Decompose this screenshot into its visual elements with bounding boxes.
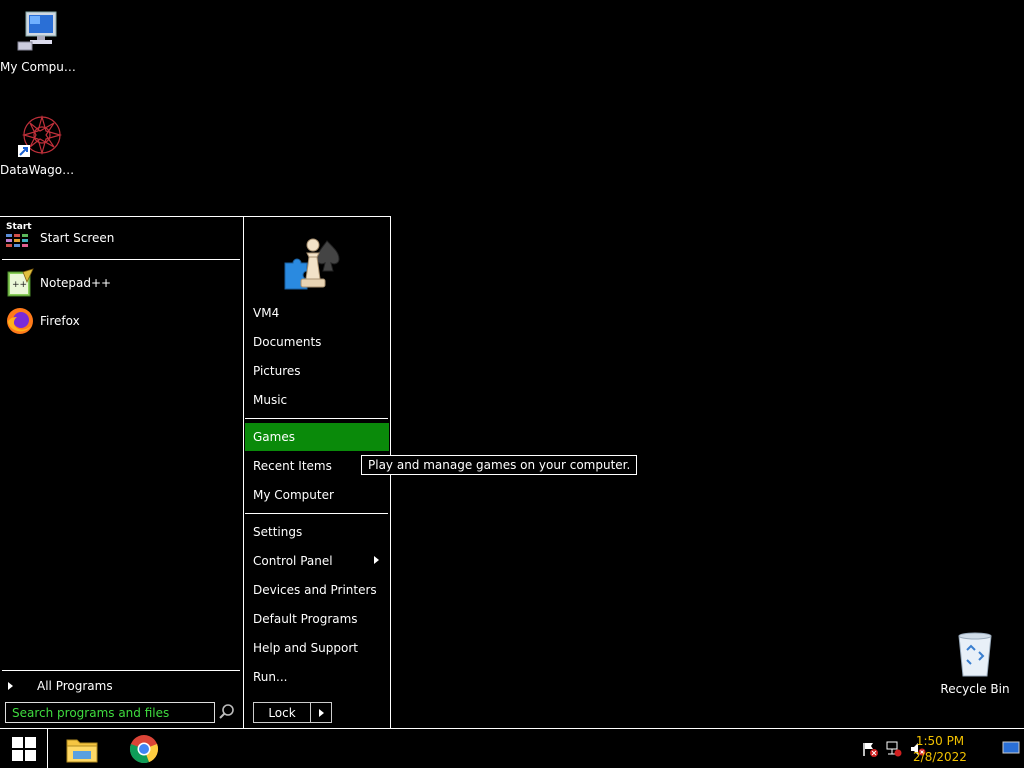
start-button[interactable]: [0, 729, 48, 768]
right-item-documents[interactable]: Documents: [245, 328, 389, 356]
games-chess-puzzle-icon: [281, 233, 347, 291]
right-item-settings[interactable]: Settings: [245, 518, 389, 546]
chrome-icon: [129, 735, 159, 764]
notepadpp-label: Notepad++: [40, 276, 112, 290]
lock-button[interactable]: Lock: [253, 702, 311, 723]
firefox-label: Firefox: [40, 314, 80, 328]
right-item-games[interactable]: Games: [245, 423, 389, 451]
chevron-right-icon: [8, 682, 13, 690]
chrome-button[interactable]: [122, 729, 166, 768]
right-item-devices-printers[interactable]: Devices and Printers: [245, 576, 389, 604]
clock-date: 2/8/2022: [913, 750, 967, 764]
start-menu: Start Start Screen ++ Notepad++ Firefox …: [0, 216, 391, 728]
file-explorer-button[interactable]: [60, 729, 104, 768]
chevron-right-icon: [318, 708, 324, 717]
firefox-item[interactable]: Firefox: [4, 304, 80, 338]
notepadpp-icon: ++: [4, 267, 36, 299]
notepadpp-item[interactable]: ++ Notepad++: [4, 266, 111, 300]
start-screen-icon: Start: [4, 222, 36, 254]
desktop-icon-my-computer[interactable]: My Computer: [0, 8, 80, 74]
right-item-pictures[interactable]: Pictures: [245, 357, 389, 385]
right-item-my-computer[interactable]: My Computer: [245, 481, 389, 509]
desktop-icon-label: Recycle Bin: [940, 682, 1010, 696]
search-input[interactable]: [5, 702, 215, 723]
games-tooltip: Play and manage games on your computer.: [361, 455, 638, 475]
submenu-arrow-icon: [374, 556, 379, 564]
taskbar: 1:50 PM 2/8/2022: [0, 728, 1024, 768]
svg-text:++: ++: [12, 280, 27, 290]
start-menu-left-pane: Start Start Screen ++ Notepad++ Firefox …: [0, 217, 244, 728]
computer-icon: [16, 8, 64, 56]
right-item-control-panel[interactable]: Control Panel: [245, 547, 389, 575]
action-center-flag-icon[interactable]: [862, 741, 878, 757]
right-item-music[interactable]: Music: [245, 386, 389, 414]
left-pane-separator: [2, 259, 240, 260]
search-icon[interactable]: [218, 703, 236, 721]
lock-options-button[interactable]: [310, 702, 332, 723]
right-pane-separator: [245, 513, 388, 514]
right-item-run[interactable]: Run...: [245, 663, 389, 691]
all-programs-label: All Programs: [37, 679, 113, 693]
taskbar-clock[interactable]: 1:50 PM 2/8/2022: [910, 733, 970, 765]
desktop-icon-recycle-bin[interactable]: Recycle Bin: [935, 630, 1015, 696]
desktop-icon-label: My Computer: [0, 60, 80, 74]
recycle-bin-icon: [951, 630, 999, 678]
network-icon[interactable]: [886, 741, 902, 757]
desktop-icon-label: DataWagon...: [0, 163, 80, 177]
right-item-help-support[interactable]: Help and Support: [245, 634, 389, 662]
show-desktop-button[interactable]: [1002, 741, 1020, 755]
right-pane-separator: [245, 418, 388, 419]
folder-icon: [66, 739, 98, 763]
right-item-vm4[interactable]: VM4: [245, 299, 389, 327]
all-programs-item[interactable]: All Programs: [8, 669, 113, 703]
show-desktop-icon: [1002, 741, 1020, 754]
clock-time: 1:50 PM: [915, 734, 965, 748]
right-item-default-programs[interactable]: Default Programs: [245, 605, 389, 633]
firefox-icon: [4, 305, 36, 337]
windows-logo-icon: [11, 737, 36, 761]
datawagon-icon: [16, 111, 64, 159]
start-screen-item[interactable]: Start Start Screen: [4, 221, 114, 255]
desktop-icon-datawagon[interactable]: DataWagon...: [0, 111, 80, 177]
start-screen-label: Start Screen: [40, 231, 115, 245]
